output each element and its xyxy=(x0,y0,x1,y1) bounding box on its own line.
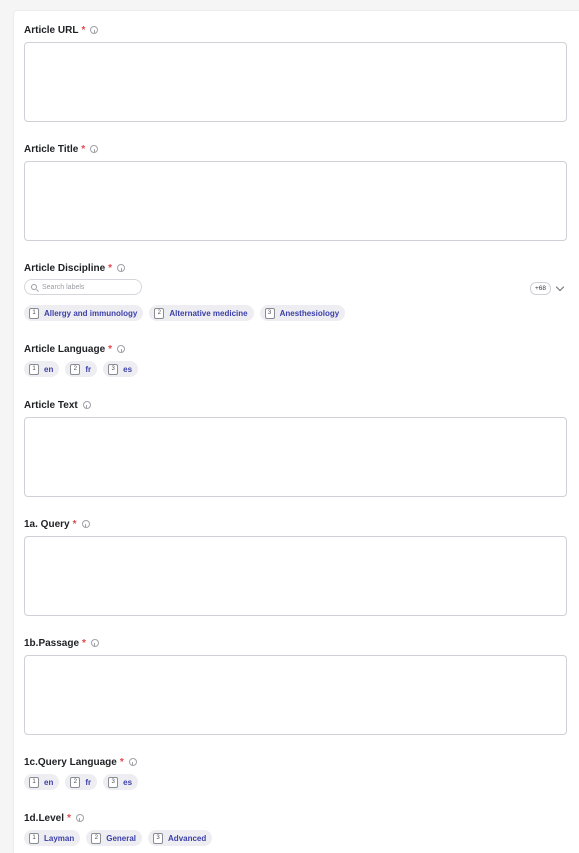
info-icon[interactable] xyxy=(90,145,99,153)
query-language-label-row: 1c.Query Language * xyxy=(24,755,137,769)
hotkey-badge: 2 xyxy=(70,363,81,375)
search-icon xyxy=(31,284,37,290)
info-icon[interactable] xyxy=(117,345,126,353)
article-url-label-row: Article URL * xyxy=(24,23,99,37)
query-language-label: 1c.Query Language xyxy=(24,756,117,768)
hotkey-badge: 1 xyxy=(29,832,39,844)
info-icon[interactable] xyxy=(117,264,126,272)
info-icon[interactable] xyxy=(82,401,91,409)
required-marker: * xyxy=(82,637,86,649)
passage-textarea[interactable] xyxy=(24,655,567,735)
discipline-option-anesthesiology[interactable]: 3 Anesthesiology xyxy=(259,305,346,321)
option-label: Anesthesiology xyxy=(279,308,340,318)
search-placeholder: Search labels xyxy=(42,283,85,291)
level-options: 1 Layman 2 General 3 Advanced xyxy=(24,830,213,846)
article-url-textarea[interactable] xyxy=(24,42,567,122)
hotkey-badge: 2 xyxy=(91,832,102,844)
discipline-option-alternative-medicine[interactable]: 2 Alternative medicine xyxy=(149,305,254,321)
option-label: es xyxy=(123,777,133,787)
more-labels-badge[interactable]: +68 xyxy=(530,282,552,295)
discipline-option-allergy-and-immunology[interactable]: 1 Allergy and immunology xyxy=(24,305,144,321)
query-language-option-fr[interactable]: 2 fr xyxy=(65,774,98,790)
info-icon[interactable] xyxy=(75,814,84,822)
option-label: Allergy and immunology xyxy=(44,308,138,318)
query-label-row: 1a. Query * xyxy=(24,517,90,531)
query-language-option-es[interactable]: 3 es xyxy=(103,774,139,790)
hotkey-badge: 3 xyxy=(108,776,119,788)
option-label: Alternative medicine xyxy=(169,308,248,318)
option-label: Layman xyxy=(44,833,75,843)
language-option-es[interactable]: 3 es xyxy=(103,361,139,377)
article-language-label: Article Language xyxy=(24,343,106,355)
language-option-fr[interactable]: 2 fr xyxy=(65,361,98,377)
article-text-textarea[interactable] xyxy=(24,417,567,497)
article-title-label: Article Title xyxy=(24,143,79,155)
hotkey-badge: 1 xyxy=(29,776,39,788)
required-marker: * xyxy=(108,343,113,355)
option-label: General xyxy=(106,833,137,843)
required-marker: * xyxy=(108,262,113,274)
article-url-label: Article URL xyxy=(24,24,79,36)
level-option-layman[interactable]: 1 Layman xyxy=(24,830,81,846)
level-label-row: 1d.Level * xyxy=(24,811,84,825)
article-language-options: 1 en 2 fr 3 es xyxy=(24,361,139,377)
required-marker: * xyxy=(67,812,71,824)
info-icon[interactable] xyxy=(90,26,99,34)
language-option-en[interactable]: 1 en xyxy=(24,361,60,377)
article-discipline-options: 1 Allergy and immunology 2 Alternative m… xyxy=(24,305,346,321)
required-marker: * xyxy=(81,24,86,36)
hotkey-badge: 3 xyxy=(153,832,164,844)
option-label: en xyxy=(44,777,54,787)
passage-label: 1b.Passage xyxy=(24,637,80,649)
hotkey-badge: 2 xyxy=(154,307,165,319)
required-marker: * xyxy=(119,756,124,768)
hotkey-badge: 1 xyxy=(29,363,39,375)
article-title-label-row: Article Title * xyxy=(24,142,99,156)
option-label: en xyxy=(44,364,54,374)
query-textarea[interactable] xyxy=(24,536,567,616)
option-label: es xyxy=(123,364,133,374)
query-language-options: 1 en 2 fr 3 es xyxy=(24,774,139,790)
required-marker: * xyxy=(81,143,86,155)
info-icon[interactable] xyxy=(128,758,137,766)
passage-label-row: 1b.Passage * xyxy=(24,636,99,650)
info-icon[interactable] xyxy=(81,520,90,528)
article-text-label-row: Article Text xyxy=(24,398,91,412)
required-marker: * xyxy=(72,518,77,530)
hotkey-badge: 2 xyxy=(70,776,81,788)
article-discipline-label-row: Article Discipline * xyxy=(24,261,126,275)
level-option-general[interactable]: 2 General xyxy=(86,830,143,846)
search-labels-input[interactable]: Search labels xyxy=(24,279,142,295)
option-label: fr xyxy=(85,364,92,374)
info-icon[interactable] xyxy=(90,639,99,647)
article-title-textarea[interactable] xyxy=(24,161,567,241)
option-label: fr xyxy=(85,777,92,787)
level-option-advanced[interactable]: 3 Advanced xyxy=(148,830,213,846)
query-language-option-en[interactable]: 1 en xyxy=(24,774,60,790)
level-label: 1d.Level xyxy=(24,812,65,824)
option-label: Advanced xyxy=(168,833,207,843)
article-discipline-label: Article Discipline xyxy=(24,262,106,274)
hotkey-badge: 1 xyxy=(29,307,39,319)
article-text-label: Article Text xyxy=(24,399,78,411)
hotkey-badge: 3 xyxy=(264,307,275,319)
hotkey-badge: 3 xyxy=(108,363,119,375)
article-language-label-row: Article Language * xyxy=(24,342,126,356)
query-label: 1a. Query xyxy=(24,518,70,530)
